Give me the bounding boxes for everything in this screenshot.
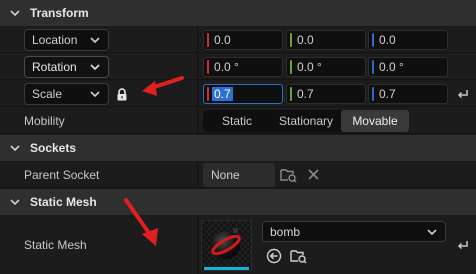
chevron-down-icon — [90, 91, 100, 97]
static-mesh-asset-name: bomb — [270, 224, 301, 239]
scale-combo[interactable]: Scale — [24, 83, 109, 105]
location-row: Location 0.0 0.0 0.0 — [0, 27, 476, 53]
bomb-thumbnail-icon — [202, 221, 251, 267]
use-selected-arrow-icon[interactable] — [266, 248, 282, 264]
scale-x-field[interactable]: 0.7 — [203, 84, 283, 104]
mobility-row: Mobility Static Stationary Movable — [0, 108, 476, 134]
mesh-thumbnail[interactable] — [201, 220, 252, 271]
static-mesh-label: Static Mesh — [24, 238, 87, 252]
location-z-field[interactable]: 0.0 — [368, 30, 448, 50]
collapse-chevron-icon[interactable] — [10, 145, 20, 151]
rotation-label: Rotation — [32, 60, 77, 74]
rotation-x-field[interactable]: 0.0 ° — [203, 57, 283, 77]
static-mesh-section-header[interactable]: Static Mesh — [0, 189, 476, 215]
scale-y-field[interactable]: 0.7 — [286, 84, 366, 104]
transform-header-title: Transform — [30, 6, 89, 20]
reset-to-default-icon[interactable] — [456, 87, 470, 101]
chevron-down-icon — [90, 37, 100, 43]
static-mesh-row: Static Mesh bomb — [0, 216, 476, 274]
transform-section-header[interactable]: Transform — [0, 0, 476, 26]
rotation-combo[interactable]: Rotation — [24, 56, 109, 78]
static-mesh-asset-combo[interactable]: bomb — [262, 221, 446, 242]
red-arrow-annotation-mesh — [124, 198, 158, 246]
rotation-z-field[interactable]: 0.0 ° — [368, 57, 448, 77]
clear-x-icon[interactable] — [307, 168, 320, 181]
browse-folder-icon[interactable] — [290, 248, 307, 264]
scale-z-field[interactable]: 0.7 — [368, 84, 448, 104]
rotation-row: Rotation 0.0 ° 0.0 ° 0.0 ° — [0, 54, 476, 80]
browse-folder-icon[interactable] — [280, 167, 297, 183]
chevron-down-icon — [427, 229, 437, 235]
mobility-option-movable[interactable]: Movable — [341, 110, 409, 132]
location-label: Location — [32, 33, 78, 47]
mobility-segmented-control[interactable]: Static Stationary Movable — [203, 110, 409, 132]
rotation-y-field[interactable]: 0.0 ° — [286, 57, 366, 77]
collapse-chevron-icon[interactable] — [10, 10, 20, 16]
location-y-field[interactable]: 0.0 — [286, 30, 366, 50]
chevron-down-icon — [90, 64, 100, 70]
sockets-section-header[interactable]: Sockets — [0, 135, 476, 161]
scale-label: Scale — [32, 87, 63, 101]
parent-socket-row: Parent Socket None — [0, 162, 476, 188]
parent-socket-value[interactable]: None — [203, 163, 275, 187]
thumbnail-accent-bar — [204, 267, 249, 270]
mobility-option-stationary[interactable]: Stationary — [271, 110, 341, 132]
red-arrow-annotation-lock — [142, 76, 184, 96]
location-x-field[interactable]: 0.0 — [203, 30, 283, 50]
collapse-chevron-icon[interactable] — [10, 199, 20, 205]
scale-row: Scale 0.7 0.7 0.7 — [0, 81, 476, 107]
lock-icon[interactable] — [116, 88, 128, 101]
reset-to-default-icon[interactable] — [456, 238, 470, 252]
mobility-label: Mobility — [24, 113, 65, 128]
static-mesh-header-title: Static Mesh — [30, 195, 97, 209]
location-combo[interactable]: Location — [24, 29, 109, 51]
parent-socket-label: Parent Socket — [24, 167, 100, 182]
sockets-header-title: Sockets — [30, 141, 77, 155]
mobility-option-static[interactable]: Static — [203, 110, 271, 132]
